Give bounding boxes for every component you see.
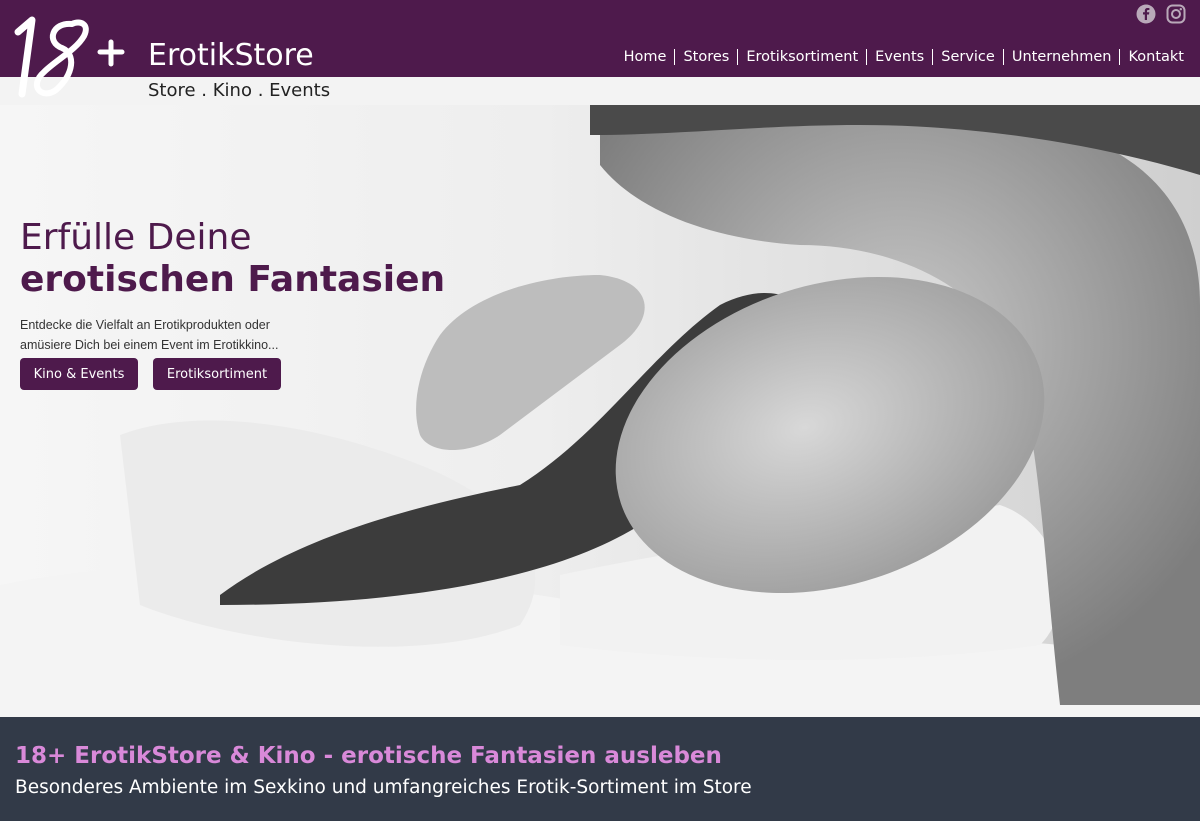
nav-stores[interactable]: Stores [675, 49, 737, 65]
nav-home[interactable]: Home [616, 49, 675, 65]
hero-description: Entdecke die Vielfalt an Erotikprodukten… [20, 315, 320, 355]
hero-title-line2: erotischen Fantasien [20, 259, 446, 300]
erotiksortiment-button[interactable]: Erotiksortiment [153, 358, 281, 390]
nav-events[interactable]: Events [867, 49, 932, 65]
nav-unternehmen[interactable]: Unternehmen [1004, 49, 1120, 65]
nav-service[interactable]: Service [933, 49, 1003, 65]
hero-description-line2: amüsiere Dich bei einem Event im Erotikk… [20, 338, 279, 352]
intro-subtitle: Besonderes Ambiente im Sexkino und umfan… [15, 777, 752, 798]
logo-18plus[interactable] [10, 14, 135, 102]
hero-title: Erfülle Deine erotischen Fantasien [20, 217, 445, 301]
main-nav: Home Stores Erotiksortiment Events Servi… [616, 49, 1192, 65]
intro-title: 18+ ErotikStore & Kino - erotische Fanta… [15, 743, 722, 769]
tagline: Store . Kino . Events [148, 80, 331, 101]
kino-events-button[interactable]: Kino & Events [20, 358, 138, 390]
brand-name[interactable]: ErotikStore [148, 38, 314, 73]
facebook-icon[interactable] [1136, 4, 1156, 24]
hero-couple-photo [0, 105, 1200, 717]
intro-band: 18+ ErotikStore & Kino - erotische Fanta… [0, 717, 1200, 821]
hero-section: Erfülle Deine erotischen Fantasien Entde… [0, 105, 1200, 717]
hero-title-line1: Erfülle Deine [20, 217, 252, 258]
instagram-icon[interactable] [1166, 4, 1186, 24]
hero-description-line1: Entdecke die Vielfalt an Erotikprodukten… [20, 318, 270, 332]
nav-kontakt[interactable]: Kontakt [1120, 49, 1192, 65]
social-links [1136, 4, 1186, 24]
nav-erotiksortiment[interactable]: Erotiksortiment [738, 49, 866, 65]
